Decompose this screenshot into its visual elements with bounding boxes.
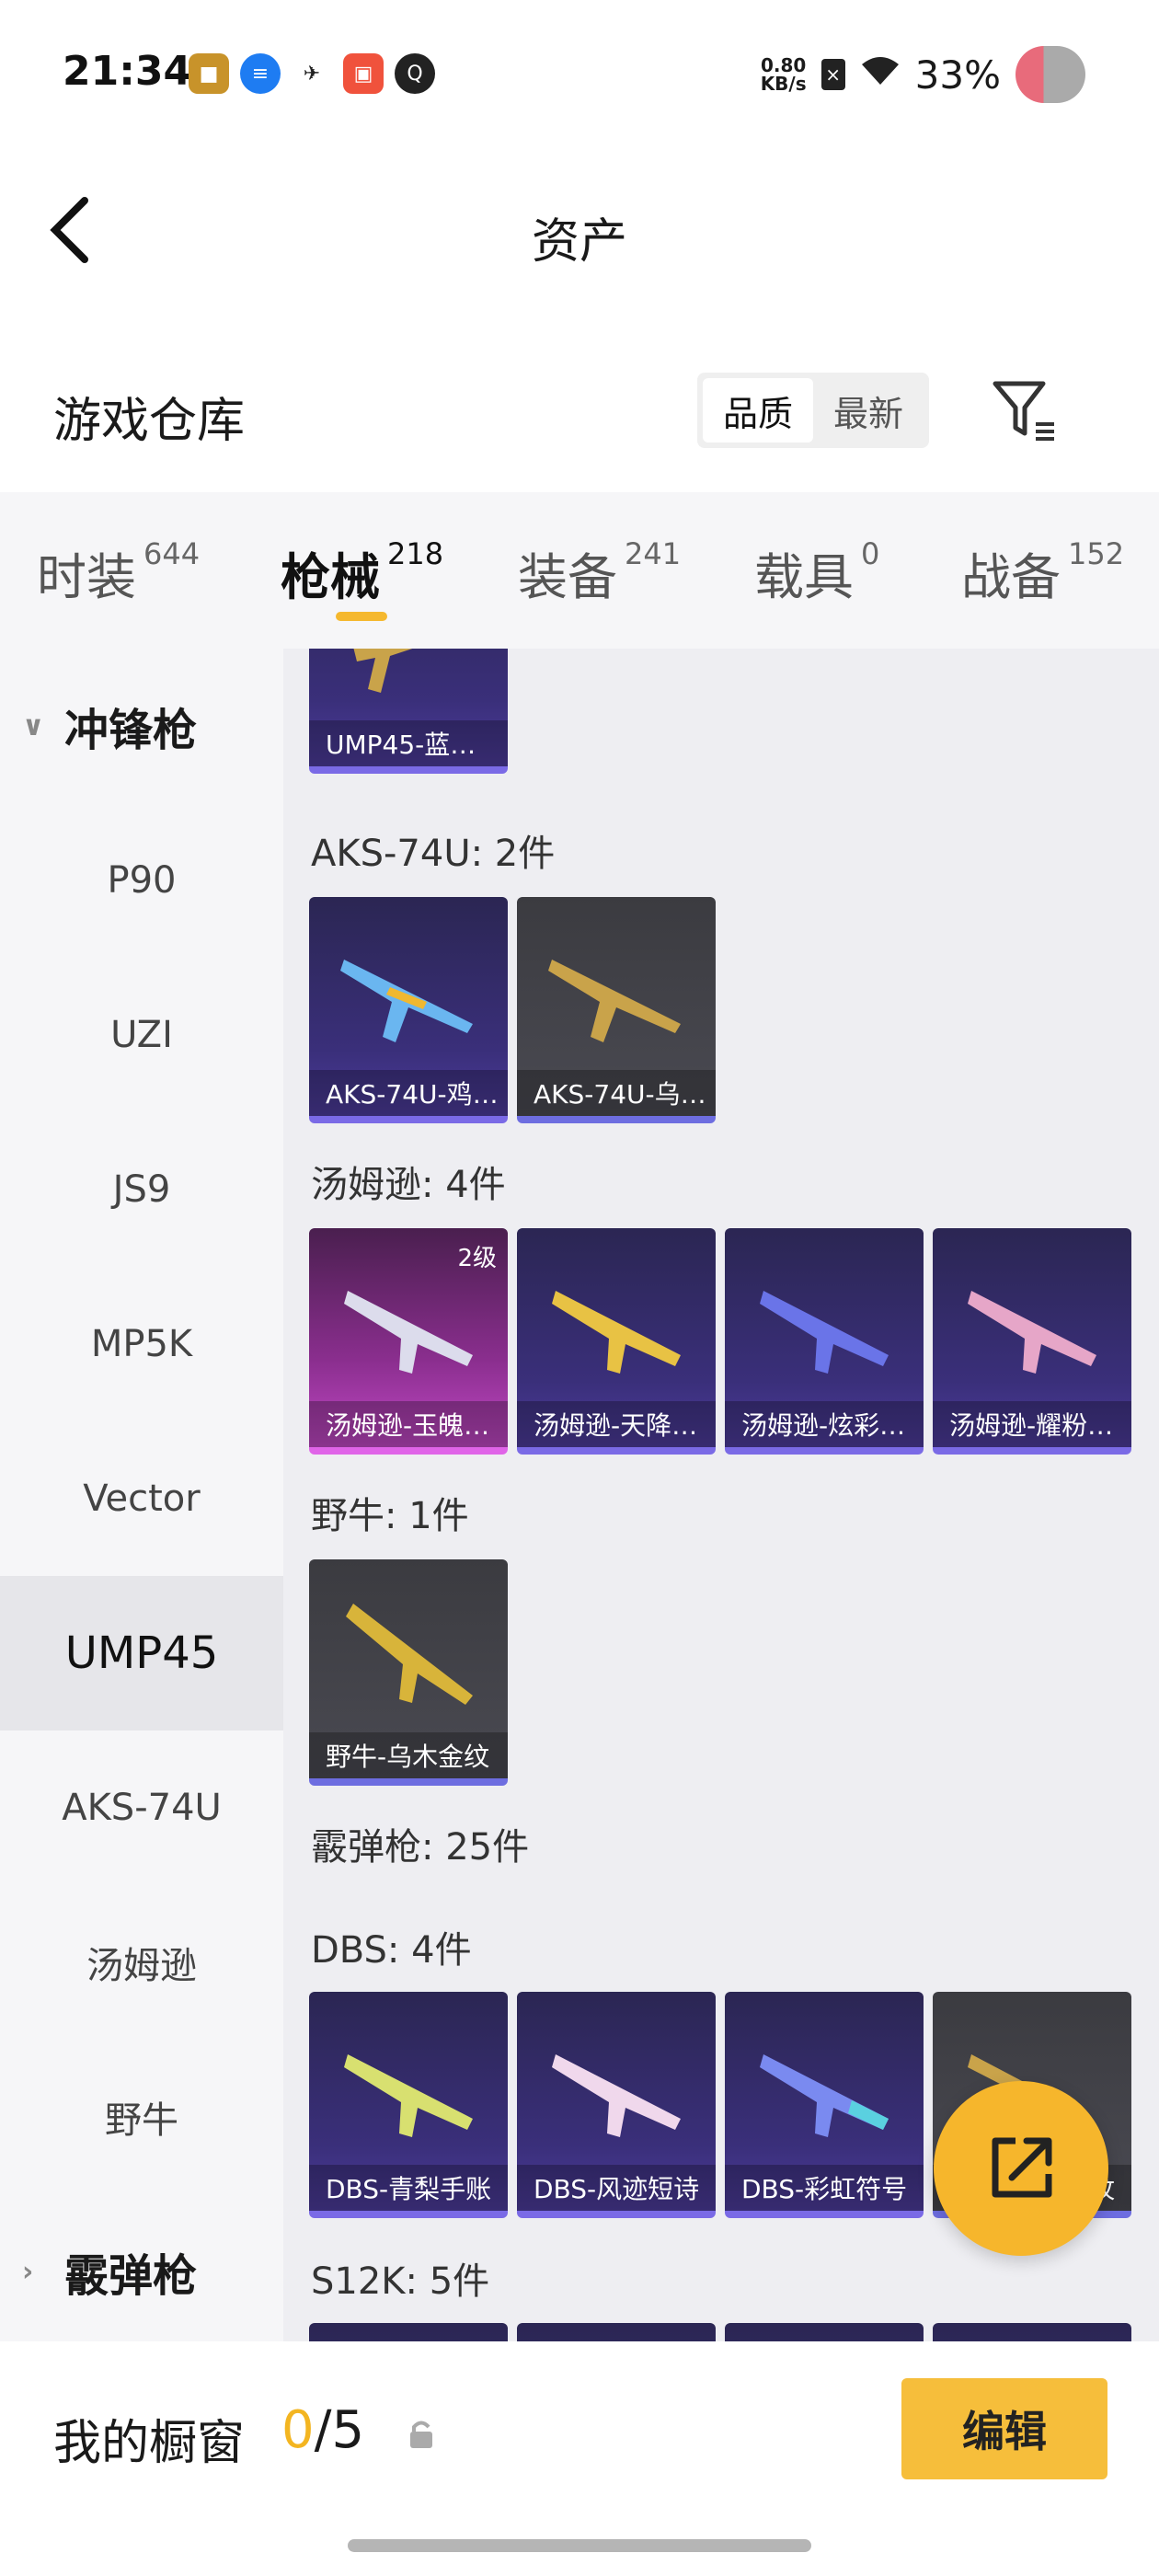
net-speed: 0.80 KB/s: [760, 54, 807, 95]
warehouse-bar: 游戏仓库 品质 最新: [0, 363, 1159, 492]
gun-image: [340, 960, 473, 1042]
gun-image: [760, 1291, 889, 1374]
warehouse-title: 游戏仓库: [53, 394, 246, 449]
sidebar-item-ump45[interactable]: UMP45: [0, 1576, 283, 1731]
drone-app-icon: ✈: [303, 62, 321, 86]
gun-image: [344, 1291, 473, 1374]
gun-image: [346, 1604, 473, 1705]
gun-image: [968, 1291, 1096, 1374]
weapon-card[interactable]: [517, 2323, 716, 2341]
sidebar-item-js9[interactable]: JS9: [0, 1112, 283, 1267]
showcase-count: 0/5: [281, 2400, 365, 2460]
tab-equipment[interactable]: 装备 241: [518, 536, 681, 609]
sidebar-item-thompson[interactable]: 汤姆逊: [0, 1885, 283, 2040]
weapon-card[interactable]: DBS-彩虹符号: [725, 1992, 924, 2218]
showcase-label: 我的橱窗: [53, 2416, 246, 2471]
status-right: 0.80 KB/s × 33%: [761, 46, 1085, 103]
weapon-card[interactable]: DBS-青梨手账: [309, 1992, 508, 2218]
weapon-card[interactable]: 汤姆逊-炫彩…: [725, 1228, 924, 1455]
sim-icon: ×: [820, 59, 845, 90]
category-tabs: 时装 644 枪械 218 装备 241 载具 0 战备 152: [0, 492, 1159, 649]
sidebar-group-smg[interactable]: ∨ 冲锋枪: [0, 649, 283, 803]
sidebar-item-mp5k[interactable]: MP5K: [0, 1267, 283, 1421]
section-title: AKS-74U: 2件: [311, 833, 556, 875]
weapon-card[interactable]: 2级 汤姆逊-玉魄…: [309, 1228, 508, 1455]
weapon-sidebar: ∨ 冲锋枪 P90 UZI JS9 MP5K Vector UMP45 AKS-…: [0, 649, 283, 2341]
gun-image: [548, 960, 681, 1042]
weapon-card[interactable]: 汤姆逊-天降…: [517, 1228, 716, 1455]
battery-icon: [1016, 46, 1085, 103]
sidebar-item-uzi[interactable]: UZI: [0, 958, 283, 1112]
tab-indicator: [336, 612, 387, 621]
section-title: S12K: 5件: [311, 2260, 490, 2303]
weapon-card[interactable]: [309, 2323, 508, 2341]
game-app-icon: ■: [189, 53, 229, 94]
section-title: 霰弹枪: 25件: [311, 1826, 530, 1869]
gun-image: [353, 649, 413, 693]
tab-guns[interactable]: 枪械 218: [281, 536, 443, 609]
sort-toggle: 品质 最新: [697, 373, 929, 448]
weapon-card[interactable]: 野牛-乌木金纹: [309, 1559, 508, 1786]
weapon-card[interactable]: DBS-风迹短诗: [517, 1992, 716, 2218]
sort-latest[interactable]: 最新: [813, 378, 924, 443]
filter-button[interactable]: [990, 376, 1060, 446]
chevron-right-icon: ›: [22, 2255, 34, 2288]
sidebar-item-bison[interactable]: 野牛: [0, 2040, 283, 2194]
sidebar-item-p90[interactable]: P90: [0, 803, 283, 958]
tab-fashion[interactable]: 时装 644: [37, 536, 200, 609]
filter-icon: [993, 381, 1054, 441]
message-app-icon: ≡: [240, 53, 281, 94]
sidebar-group-shotgun[interactable]: › 霰弹枪: [0, 2194, 283, 2349]
weapon-card[interactable]: UMP45-蓝…: [309, 649, 508, 774]
share-icon: [992, 2137, 1052, 2198]
sidebar-item-vector[interactable]: Vector: [0, 1421, 283, 1576]
weapon-card[interactable]: AKS-74U-乌…: [517, 897, 716, 1123]
chevron-down-icon: ∨: [22, 709, 45, 742]
tab-vehicles[interactable]: 载具 0: [754, 536, 879, 609]
gun-image: [760, 2054, 889, 2137]
page-header: 资产: [0, 138, 1159, 313]
section-title: 野牛: 1件: [311, 1495, 469, 1537]
share-button[interactable]: [934, 2081, 1108, 2256]
wifi-icon: [860, 53, 901, 96]
kuaishou-app-icon: ▣: [343, 53, 384, 94]
edit-button[interactable]: 编辑: [901, 2378, 1107, 2479]
gun-image: [552, 1291, 681, 1374]
lock-icon: [410, 2421, 432, 2448]
sort-quality[interactable]: 品质: [703, 378, 813, 443]
q-app-icon: Q: [395, 53, 435, 94]
weapon-card[interactable]: [725, 2323, 924, 2341]
page-title: 资产: [531, 214, 627, 270]
status-bar: 21:34 ■ ≡ ✈ ▣ Q 0.80 KB/s × 33%: [0, 0, 1159, 138]
section-title: DBS: 4件: [311, 1929, 472, 1972]
gun-image: [552, 2054, 681, 2137]
sidebar-item-aks74u[interactable]: AKS-74U: [0, 1731, 283, 1885]
gun-image: [344, 2054, 473, 2137]
showcase-bar: 我的橱窗 0/5 编辑: [0, 2341, 1159, 2576]
section-title: 汤姆逊: 4件: [311, 1164, 506, 1206]
weapon-card[interactable]: 汤姆逊-耀粉…: [933, 1228, 1131, 1455]
tab-supplies[interactable]: 战备 152: [961, 536, 1124, 609]
battery-text: 33%: [914, 52, 1001, 98]
weapon-card[interactable]: [933, 2323, 1131, 2341]
notification-icons: ■ ≡ ✈ ▣ Q: [189, 53, 435, 94]
weapon-card[interactable]: AKS-74U-鸡…: [309, 897, 508, 1123]
status-time: 21:34: [63, 48, 192, 95]
home-indicator[interactable]: [348, 2539, 811, 2552]
